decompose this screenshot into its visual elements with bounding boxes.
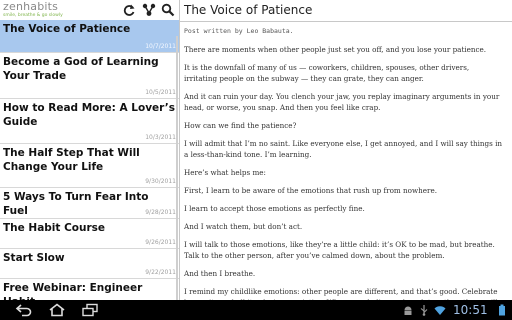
home-button[interactable] <box>47 303 67 317</box>
article-title: The Voice of Patience <box>3 23 131 35</box>
back-button[interactable] <box>14 303 34 317</box>
article-title: How to Read More: A Lover’s Guide <box>3 102 176 128</box>
article-date: 10/5/2011 <box>145 89 176 96</box>
article-date: 9/30/2011 <box>145 178 176 185</box>
article-content-pane: The Voice of Patience Post written by Le… <box>180 0 512 300</box>
article-list: The Voice of Patience 10/7/2011 Become a… <box>0 20 179 300</box>
article-item[interactable]: Become a God of Learning Your Trade 10/5… <box>0 53 179 99</box>
share-icon <box>142 3 156 17</box>
article-item[interactable]: 5 Ways To Turn Fear Into Fuel 9/28/2011 <box>0 188 179 219</box>
article-item[interactable]: Free Webinar: Engineer Habit <box>0 279 179 300</box>
back-icon <box>14 303 34 317</box>
article-date: 10/3/2011 <box>145 134 176 141</box>
post-paragraph: It is the downfall of many of us — cowor… <box>184 63 470 83</box>
post-paragraph: I will admit that I’m no saint. Like eve… <box>184 139 503 159</box>
title-divider <box>180 21 512 22</box>
android-icon <box>402 304 414 316</box>
list-scrollbar[interactable] <box>176 36 178 300</box>
article-date: 9/28/2011 <box>145 209 176 216</box>
post-paragraph: And it can ruin your day. You clench you… <box>184 92 500 112</box>
wifi-icon <box>434 304 446 316</box>
post-paragraph: And I watch them, but don’t act. <box>184 222 303 231</box>
post-paragraph: First, I learn to be aware of the emotio… <box>184 186 438 195</box>
zenhabits-logo: zenhabits smile, breathe & go slowly <box>3 1 63 19</box>
article-item[interactable]: How to Read More: A Lover’s Guide 10/3/2… <box>0 99 179 144</box>
post-title: The Voice of Patience <box>184 3 313 17</box>
post-paragraph: I learn to accept those emotions as perf… <box>184 204 365 213</box>
home-icon <box>47 303 67 317</box>
logo-name: zenhabits <box>3 0 59 13</box>
article-item[interactable]: The Habit Course 9/26/2011 <box>0 219 179 249</box>
post-paragraph: And then I breathe. <box>184 269 256 278</box>
post-body[interactable]: There are moments when other people just… <box>184 44 504 300</box>
search-icon <box>161 3 175 17</box>
article-title: Free Webinar: Engineer Habit <box>3 282 143 300</box>
article-item[interactable]: Start Slow 9/22/2011 <box>0 249 179 279</box>
refresh-button[interactable] <box>122 3 136 17</box>
share-button[interactable] <box>142 3 156 17</box>
recent-apps-button[interactable] <box>80 303 100 317</box>
article-title: Become a God of Learning Your Trade <box>3 56 159 82</box>
article-list-pane: zenhabits smile, breathe & go slowly The… <box>0 0 179 300</box>
status-clock: 10:51 <box>453 303 488 317</box>
article-title: The Habit Course <box>3 222 106 234</box>
post-paragraph: I remind my childlike emotions: other pe… <box>184 287 498 300</box>
usb-icon <box>418 304 430 316</box>
recent-apps-icon <box>80 303 100 317</box>
post-paragraph: I will talk to those emotions, like they… <box>184 240 495 260</box>
app-toolbar: zenhabits smile, breathe & go slowly <box>0 0 179 20</box>
logo-tagline: smile, breathe & go slowly <box>3 13 63 18</box>
post-byline: Post written by Leo Babauta. <box>184 27 294 35</box>
refresh-icon <box>122 3 136 17</box>
post-paragraph: How can we find the patience? <box>184 121 297 130</box>
battery-icon <box>496 304 508 316</box>
article-title: The Half Step That Will Change Your Life <box>3 147 140 173</box>
article-item[interactable]: The Half Step That Will Change Your Life… <box>0 144 179 188</box>
article-date: 10/7/2011 <box>145 43 176 50</box>
search-button[interactable] <box>161 3 175 17</box>
article-title: Start Slow <box>3 252 65 264</box>
article-item[interactable]: The Voice of Patience 10/7/2011 <box>0 20 179 53</box>
post-paragraph: There are moments when other people just… <box>184 45 487 54</box>
system-bar: 10:51 <box>0 300 512 320</box>
article-date: 9/22/2011 <box>145 269 176 276</box>
post-paragraph: Here’s what helps me: <box>184 168 266 177</box>
article-date: 9/26/2011 <box>145 239 176 246</box>
